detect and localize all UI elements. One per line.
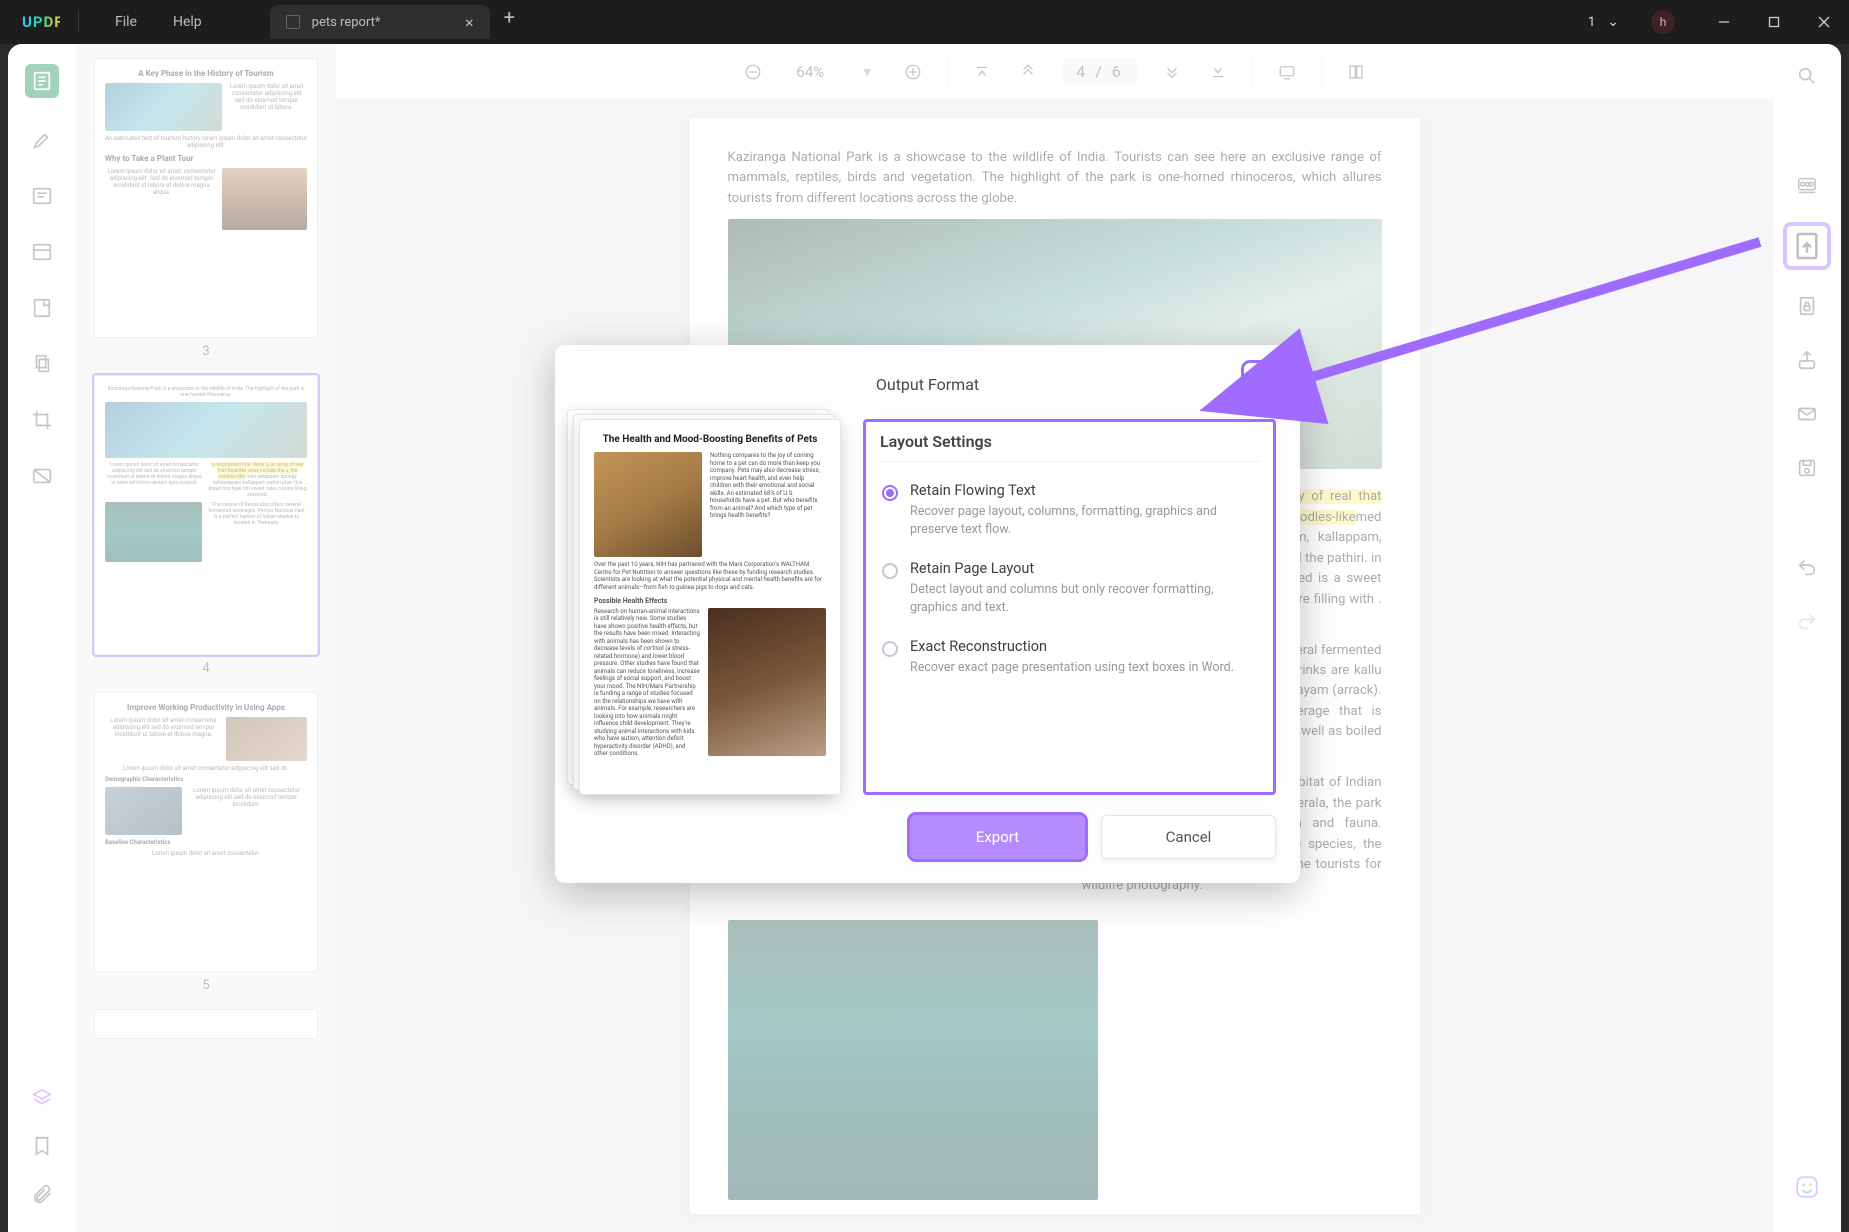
window-maximize[interactable] [1749, 0, 1799, 44]
tab-title: pets report* [312, 15, 381, 30]
layout-settings-gear-button[interactable] [1244, 363, 1276, 395]
preview-sub: Possible Health Effects [594, 597, 826, 606]
option-title: Retain Page Layout [910, 560, 1240, 577]
window-count[interactable]: 1 [1584, 15, 1599, 30]
app-logo: UPDF [0, 13, 60, 31]
output-format-dialog: Output Format The Health and Mood-Boosti… [555, 345, 1300, 883]
radio-icon [882, 641, 898, 657]
divider [78, 11, 79, 33]
preview-image [594, 452, 702, 557]
option-title: Exact Reconstruction [910, 638, 1234, 655]
window-minimize[interactable] [1699, 0, 1749, 44]
option-desc: Recover exact page presentation using te… [910, 659, 1234, 677]
new-tab-button[interactable]: + [504, 5, 515, 39]
option-title: Retain Flowing Text [910, 482, 1240, 499]
window-close[interactable] [1799, 0, 1849, 44]
settings-title: Layout Settings [880, 432, 1259, 462]
tab-pets-report[interactable]: pets report* × [270, 5, 490, 39]
title-bar: UPDF File Help pets report* × + 1 ⌄ h [0, 0, 1849, 44]
window-list-chevron-icon[interactable]: ⌄ [1599, 14, 1627, 30]
preview-image [708, 608, 826, 756]
tab-close-icon[interactable]: × [465, 13, 474, 32]
cancel-button[interactable]: Cancel [1101, 815, 1276, 859]
option-desc: Recover page layout, columns, formatting… [910, 503, 1240, 538]
tab-doc-icon [286, 15, 300, 29]
radio-icon [882, 485, 898, 501]
tab-strip: pets report* × + [270, 5, 515, 39]
preview-title: The Health and Mood-Boosting Benefits of… [594, 434, 826, 446]
radio-icon [882, 563, 898, 579]
option-exact-reconstruction[interactable]: Exact Reconstruction Recover exact page … [880, 630, 1259, 691]
export-button[interactable]: Export [910, 815, 1085, 859]
user-avatar[interactable]: h [1651, 10, 1675, 34]
option-retain-page-layout[interactable]: Retain Page Layout Detect layout and col… [880, 552, 1259, 630]
option-retain-flowing-text[interactable]: Retain Flowing Text Recover page layout,… [880, 474, 1259, 552]
dialog-title: Output Format [579, 375, 1276, 394]
menu-help[interactable]: Help [155, 14, 220, 30]
output-preview: The Health and Mood-Boosting Benefits of… [579, 419, 841, 795]
layout-settings-panel: Layout Settings Retain Flowing Text Reco… [863, 419, 1276, 795]
option-desc: Detect layout and columns but only recov… [910, 581, 1240, 616]
menu-file[interactable]: File [97, 14, 155, 30]
